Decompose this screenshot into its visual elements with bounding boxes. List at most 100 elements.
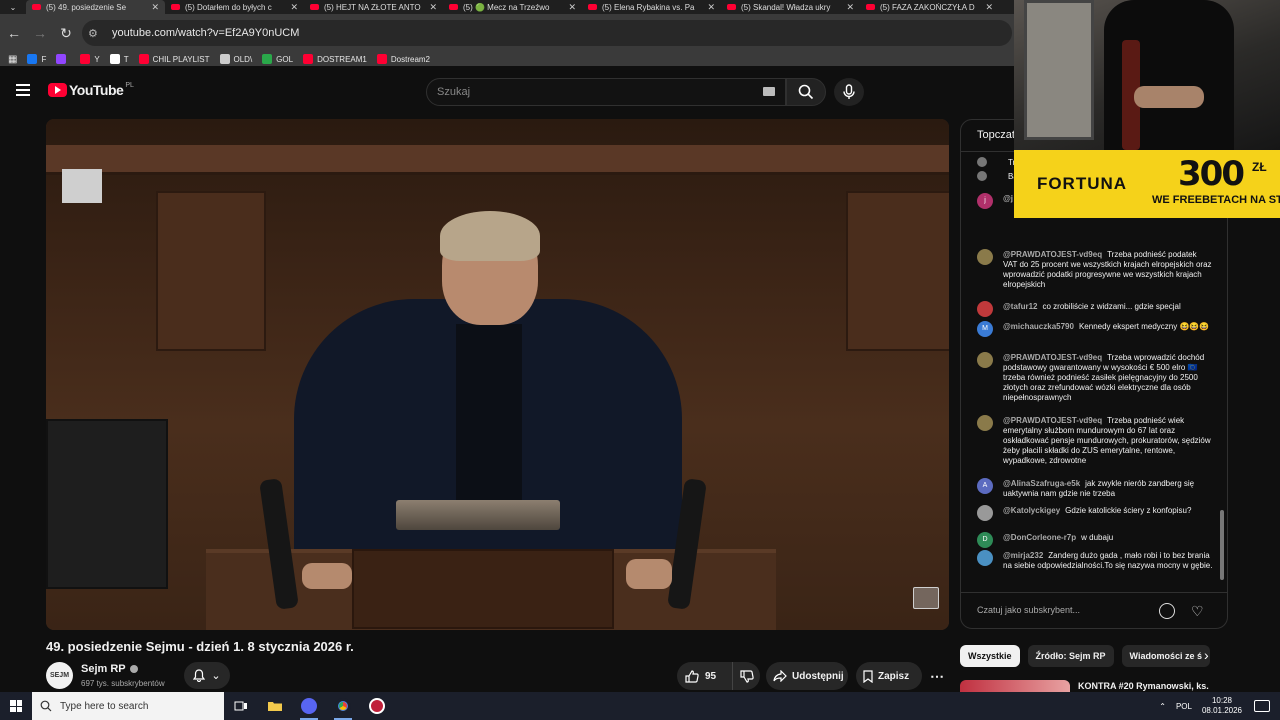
browser-tab[interactable]: (5) Dotarłem do byłych c ✕ — [165, 0, 304, 14]
browser-tab[interactable]: (5) 🟢 Mecz na Trzeźwo ✕ — [443, 0, 582, 14]
chat-avatar[interactable]: j — [977, 193, 993, 209]
app-icon[interactable] — [360, 692, 394, 720]
chat-author[interactable]: @PRAWDATOJEST-vd9eq — [1003, 416, 1102, 425]
like-button[interactable]: 95 — [677, 662, 732, 690]
task-view-icon[interactable] — [224, 692, 258, 720]
chat-author[interactable]: @mirja232 — [1003, 551, 1043, 560]
chat-author[interactable]: @PRAWDATOJEST-vd9eq — [1003, 250, 1102, 259]
heart-icon[interactable]: ♡ — [1191, 603, 1204, 620]
start-button[interactable] — [0, 692, 32, 720]
notification-bell-button[interactable]: ⌄ — [184, 662, 230, 689]
close-icon[interactable]: ✕ — [429, 2, 437, 13]
chat-author[interactable]: @tafur12 — [1003, 302, 1037, 311]
chat-avatar[interactable] — [977, 505, 993, 521]
chat-author[interactable]: @Katolyckigey — [1003, 506, 1060, 515]
chat-author[interactable]: @PRAWDATOJEST-vd9eq — [1003, 353, 1102, 362]
filter-chip[interactable]: Źródło: Sejm RP — [1027, 645, 1114, 667]
chat-avatar[interactable] — [977, 352, 993, 368]
file-explorer-icon[interactable] — [258, 692, 292, 720]
voice-search-button[interactable] — [834, 78, 864, 106]
chat-scrollbar[interactable] — [1220, 510, 1224, 580]
chat-message[interactable]: @PRAWDATOJEST-vd9eq Trzeba podnieść wiek … — [977, 415, 1213, 466]
bookmark-item[interactable]: Dostream2 — [376, 54, 430, 64]
chat-input[interactable]: Czatuj jako subskrybent... — [977, 601, 1153, 621]
apps-icon[interactable]: ▦ — [8, 54, 17, 65]
bookmark-item[interactable]: OLD\ — [219, 54, 252, 64]
chat-avatar[interactable] — [977, 301, 993, 317]
chat-avatar[interactable] — [977, 550, 993, 566]
bookmark-item[interactable]: DOSTREAM1 — [303, 54, 367, 64]
bookmark-item[interactable]: F — [27, 54, 46, 64]
search-button[interactable] — [786, 78, 826, 106]
bookmark-item[interactable]: CHIL PLAYLIST — [138, 54, 210, 64]
reload-button[interactable]: ↻ — [54, 21, 78, 45]
forward-button[interactable]: → — [28, 21, 52, 45]
recommendation-thumbnail[interactable] — [960, 680, 1070, 692]
input-language[interactable]: POL — [1176, 702, 1192, 711]
video-player[interactable] — [46, 119, 949, 630]
browser-tab[interactable]: (5) HEJT NA ZŁOTE ANTO ✕ — [304, 0, 443, 14]
chat-avatar[interactable] — [977, 249, 993, 265]
chat-message[interactable]: @mirja232 Zanderg dużo gada , mało robi i… — [977, 550, 1213, 571]
more-actions-button[interactable]: ⋯ — [926, 662, 948, 690]
keyboard-icon[interactable] — [763, 87, 775, 96]
clock[interactable]: 10:28 08.01.2026 — [1202, 696, 1242, 716]
close-icon[interactable]: ✕ — [290, 2, 298, 13]
recommendation-title[interactable]: KONTRA #20 Rymanowski, ks. — [1078, 681, 1209, 691]
discord-icon[interactable] — [292, 692, 326, 720]
filter-chip[interactable]: Wiadomości ze ś — [1121, 645, 1210, 667]
chat-author[interactable]: @DonCorleone-r7p — [1003, 533, 1076, 542]
bookmark-item[interactable] — [56, 54, 70, 64]
bookmark-item[interactable]: T — [109, 54, 129, 64]
browser-tab[interactable]: (5) Skandal! Władza ukry ✕ — [721, 0, 860, 14]
search-input[interactable]: Szukaj — [426, 78, 786, 106]
chrome-icon[interactable] — [326, 692, 360, 720]
chat-avatar[interactable]: D — [977, 532, 993, 548]
chevron-up-icon[interactable]: ⌃ — [1159, 702, 1166, 711]
youtube-logo[interactable]: YouTube PL — [48, 82, 134, 98]
chat-message[interactable]: M @michauczka5790 Kennedy ekspert medyczny… — [977, 321, 1213, 337]
chat-avatar[interactable]: A — [977, 478, 993, 494]
chrome-logo — [335, 698, 351, 714]
bookmark-item[interactable]: GOL — [262, 54, 293, 64]
emoji-icon[interactable] — [1159, 603, 1175, 619]
chevron-right-icon[interactable]: › — [1204, 647, 1209, 663]
chat-author[interactable]: @j — [1003, 194, 1013, 203]
chat-message[interactable]: @PRAWDATOJEST-vd9eq Trzeba wprowadzić doc… — [977, 352, 1213, 403]
chat-author[interactable]: @AlinaSzafruga-e5k — [1003, 479, 1080, 488]
chat-avatar[interactable] — [977, 171, 987, 181]
share-button[interactable]: Udostępnij — [766, 662, 848, 690]
chat-message[interactable]: D @DonCorleone-r7p w dubaju — [977, 532, 1213, 548]
chat-author[interactable]: @michauczka5790 — [1003, 322, 1074, 331]
browser-tab[interactable]: (5) Elena Rybakina vs. Pa ✕ — [582, 0, 721, 14]
chat-avatar[interactable] — [977, 415, 993, 431]
channel-watermark-icon[interactable] — [913, 587, 939, 609]
back-button[interactable]: ← — [2, 21, 26, 45]
bookmark-item[interactable]: Y — [80, 54, 100, 64]
close-icon[interactable]: ✕ — [707, 2, 715, 13]
channel-name[interactable]: Sejm RP — [81, 663, 138, 675]
chat-avatar[interactable] — [977, 157, 987, 167]
filter-chip[interactable]: Wszystkie — [960, 645, 1020, 667]
notification-icon[interactable] — [1254, 700, 1270, 712]
close-icon[interactable]: ✕ — [985, 2, 993, 13]
chat-avatar[interactable]: M — [977, 321, 993, 337]
chat-message-list[interactable]: TruBatj@jcho… Nękali nas po domach 🤣 ale… — [961, 152, 1227, 592]
browser-tab[interactable]: (5) FAZA ZAKOŃCZYŁA D ✕ — [860, 0, 999, 14]
channel-avatar[interactable]: SEJM — [46, 662, 73, 689]
save-button[interactable]: Zapisz — [856, 662, 922, 690]
tab-search-button[interactable]: ⌄ — [0, 0, 26, 14]
browser-tab[interactable]: (5) 49. posiedzenie Se ✕ — [26, 0, 165, 14]
chat-message[interactable]: A @AlinaSzafruga-e5k jak zwykle nierób zan… — [977, 478, 1213, 499]
close-icon[interactable]: ✕ — [568, 2, 576, 13]
taskbar-search[interactable]: Type here to search — [32, 692, 224, 720]
dislike-button[interactable] — [732, 662, 760, 690]
address-bar[interactable]: ⚙ youtube.com/watch?v=Ef2A9Y0nUCM — [82, 20, 1012, 46]
chat-message[interactable]: @PRAWDATOJEST-vd9eq Trzeba podnieść podat… — [977, 249, 1213, 290]
site-info-icon[interactable]: ⚙ — [88, 27, 106, 40]
close-icon[interactable]: ✕ — [846, 2, 854, 13]
close-icon[interactable]: ✕ — [151, 2, 159, 13]
chat-message[interactable]: @tafur12 co zrobiliście z widzami... gdzi… — [977, 301, 1213, 317]
chat-message[interactable]: @Katolyckigey Gdzie katolickie ściery z k… — [977, 505, 1213, 521]
menu-icon[interactable] — [16, 84, 30, 96]
